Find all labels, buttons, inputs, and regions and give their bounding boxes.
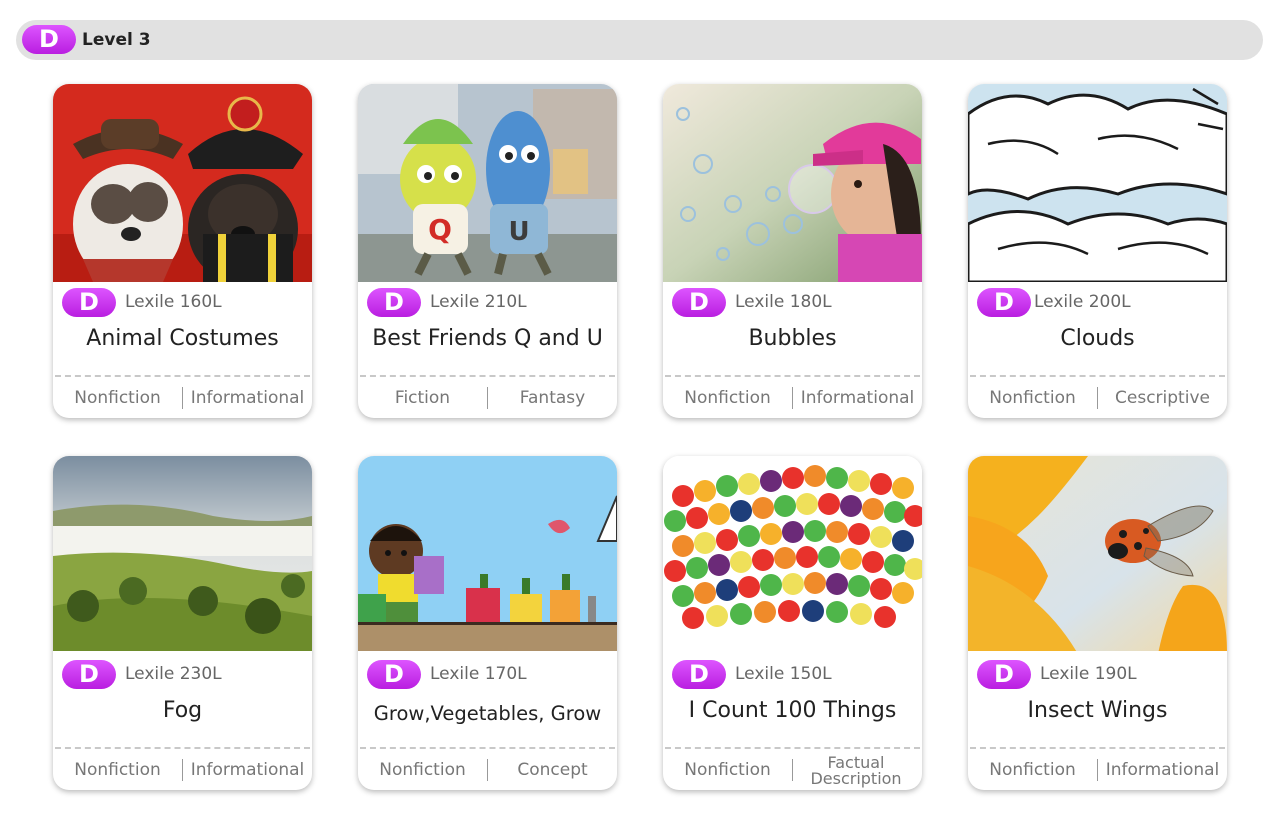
svg-text:Q: Q bbox=[428, 213, 452, 246]
book-card-insect-wings[interactable]: D Lexile 190L Insect Wings Nonfiction In… bbox=[968, 456, 1227, 790]
lexile-label: Lexile 170L bbox=[430, 664, 527, 684]
book-tags: Nonfiction Concept bbox=[358, 755, 617, 785]
type-tag: Informational bbox=[1105, 760, 1220, 780]
level-badge: D bbox=[62, 660, 116, 689]
level-badge: D bbox=[977, 288, 1031, 317]
book-title: Insect Wings bbox=[1027, 698, 1168, 723]
book-title: I Count 100 Things bbox=[688, 698, 897, 723]
book-cover-image bbox=[358, 456, 617, 651]
level-badge: D bbox=[367, 660, 421, 689]
level-badge: D bbox=[977, 660, 1031, 689]
book-card-grow-vegetables-grow[interactable]: D Lexile 170L Grow,Vegetables, Grow Nonf… bbox=[358, 456, 617, 790]
book-card-best-friends-q-and-u[interactable]: Q U D Lexile 210L Best Friends Q and U F… bbox=[358, 84, 617, 418]
genre-tag: Nonfiction bbox=[989, 388, 1076, 408]
book-card-clouds[interactable]: D Lexile 200L Clouds Nonfiction Cescript… bbox=[968, 84, 1227, 418]
divider bbox=[970, 375, 1225, 377]
level-badge: D bbox=[672, 288, 726, 317]
divider bbox=[665, 375, 920, 377]
type-tag: Informational bbox=[800, 388, 915, 408]
divider bbox=[360, 375, 615, 377]
type-tag: Factual Description bbox=[810, 753, 902, 788]
level-badge: D bbox=[22, 25, 76, 54]
level-header: D Level 3 bbox=[16, 20, 1263, 60]
lexile-label: Lexile 210L bbox=[430, 292, 527, 312]
book-cover-image bbox=[53, 84, 312, 282]
lexile-label: Lexile 180L bbox=[735, 292, 832, 312]
type-tag: Informational bbox=[190, 388, 305, 408]
book-card-fog[interactable]: D Lexile 230L Fog Nonfiction Information… bbox=[53, 456, 312, 790]
genre-tag: Nonfiction bbox=[989, 760, 1076, 780]
book-title: Bubbles bbox=[748, 326, 837, 351]
divider bbox=[55, 375, 310, 377]
book-title: Best Friends Q and U bbox=[372, 326, 603, 351]
divider bbox=[665, 747, 920, 749]
type-tag: Cescriptive bbox=[1115, 388, 1210, 408]
genre-tag: Nonfiction bbox=[74, 760, 161, 780]
book-title: Fog bbox=[162, 698, 203, 723]
genre-tag: Nonfiction bbox=[379, 760, 466, 780]
book-title: Clouds bbox=[1060, 326, 1135, 351]
book-title: Animal Costumes bbox=[86, 326, 279, 351]
book-tags: Nonfiction Informational bbox=[968, 755, 1227, 785]
book-card-i-count-100-things[interactable]: D Lexile 150L I Count 100 Things Nonfict… bbox=[663, 456, 922, 790]
genre-tag: Fiction bbox=[394, 388, 451, 408]
tag-divider bbox=[792, 759, 793, 781]
level-label: Level 3 bbox=[82, 30, 151, 50]
divider bbox=[55, 747, 310, 749]
book-cover-image bbox=[663, 456, 922, 651]
genre-tag: Nonfiction bbox=[684, 388, 771, 408]
lexile-label: Lexile 160L bbox=[125, 292, 222, 312]
type-tag: Informational bbox=[190, 760, 305, 780]
book-cover-image bbox=[968, 456, 1227, 651]
book-card-bubbles[interactable]: D Lexile 180L Bubbles Nonfiction Informa… bbox=[663, 84, 922, 418]
book-tags: Nonfiction Informational bbox=[53, 755, 312, 785]
book-cover-image bbox=[663, 84, 922, 282]
lexile-label: Lexile 230L bbox=[125, 664, 222, 684]
genre-tag: Nonfiction bbox=[684, 760, 771, 780]
genre-tag: Nonfiction bbox=[74, 388, 161, 408]
book-cover-image: Q U bbox=[358, 84, 617, 282]
book-title: Grow,Vegetables, Grow bbox=[373, 702, 602, 725]
level-badge: D bbox=[62, 288, 116, 317]
divider bbox=[360, 747, 615, 749]
book-card-animal-costumes[interactable]: D Lexile 160L Animal Costumes Nonfiction… bbox=[53, 84, 312, 418]
book-tags: Nonfiction Informational bbox=[53, 383, 312, 413]
svg-text:U: U bbox=[508, 217, 529, 247]
lexile-label: Lexile 190L bbox=[1040, 664, 1137, 684]
book-tags: Fiction Fantasy bbox=[358, 383, 617, 413]
level-badge: D bbox=[367, 288, 421, 317]
lexile-label: Lexile 200L bbox=[1034, 292, 1131, 312]
type-tag: Concept bbox=[517, 760, 588, 780]
level-badge: D bbox=[672, 660, 726, 689]
book-cover-image bbox=[968, 84, 1227, 282]
type-tag: Fantasy bbox=[519, 388, 586, 408]
book-tags: Nonfiction Factual Description bbox=[663, 753, 922, 788]
lexile-label: Lexile 150L bbox=[735, 664, 832, 684]
book-cover-image bbox=[53, 456, 312, 651]
divider bbox=[970, 747, 1225, 749]
book-tags: Nonfiction Informational bbox=[663, 383, 922, 413]
book-tags: Nonfiction Cescriptive bbox=[968, 383, 1227, 413]
